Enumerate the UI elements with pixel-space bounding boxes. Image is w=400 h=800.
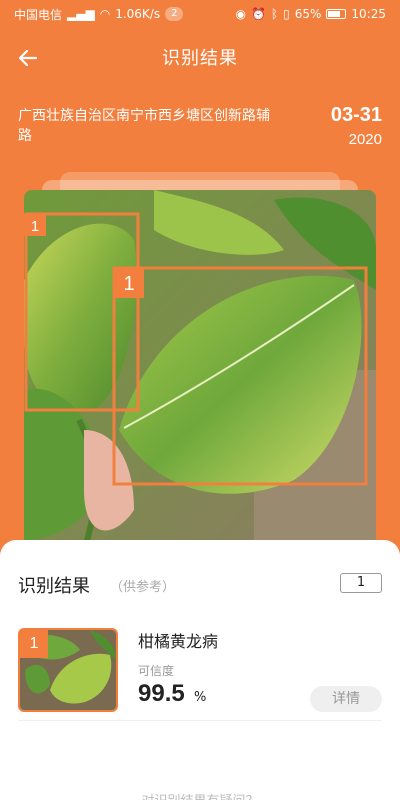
vibrate-icon: ▯ (283, 7, 290, 21)
date-month-day: 03-31 (330, 104, 382, 126)
detection-label-2: 1 (123, 273, 134, 295)
signal-icon: ▂▄▆ (67, 7, 95, 21)
battery-icon (326, 9, 347, 19)
result-index-badge: 1 (20, 630, 48, 658)
page-title: 识别结果 (162, 48, 238, 69)
confidence-label: 可信度 (138, 664, 175, 678)
carrier-label: 中国电信 (14, 7, 63, 22)
arrow-left-icon[interactable] (16, 44, 44, 72)
wifi-icon: ◠ (99, 7, 111, 21)
bluetooth-icon: ᛒ (270, 7, 279, 21)
results-title: 识别结果 (18, 576, 90, 597)
confidence-unit: % (194, 690, 207, 705)
alarm-icon: ⏰ (250, 7, 266, 21)
divider (18, 720, 382, 721)
detection-label-1: 1 (31, 218, 39, 235)
results-note: （供参考） (110, 580, 176, 595)
leaf-photo[interactable]: 1 1 (24, 190, 376, 550)
location-text: 广西壮族自治区南宁市西乡塘区创新路辅路 (18, 108, 270, 144)
clock: 10:25 (351, 7, 386, 21)
results-sheet: 识别结果 （供参考） 1 1 柑橘黄龙病 可信度 99.5 % 详情 对识别结果… (0, 540, 400, 800)
feedback-link[interactable]: 对识别结果有疑问？ (0, 790, 400, 800)
result-count: 1 (340, 573, 382, 593)
result-thumbnail[interactable]: 1 (18, 628, 118, 712)
date-year: 2020 (348, 131, 382, 148)
status-right: ◉ ⏰ ᛒ ▯ 65% 10:25 (235, 7, 386, 21)
status-left: 中国电信 ▂▄▆ ◠ 1.06K/s 2 (14, 6, 184, 23)
status-bar: 中国电信 ▂▄▆ ◠ 1.06K/s 2 ◉ ⏰ ᛒ ▯ 65% 10:25 (0, 0, 400, 28)
notification-badge: 2 (165, 7, 184, 21)
top-bar: 识别结果 (0, 34, 400, 80)
confidence-value: 99.5 (138, 680, 185, 707)
disease-name[interactable]: 柑橘黄龙病 (138, 628, 218, 652)
details-button[interactable]: 详情 (310, 686, 382, 712)
date-block: 03-31 2020 (331, 104, 382, 148)
eye-icon: ◉ (235, 7, 246, 21)
net-speed: 1.06K/s (115, 7, 161, 21)
battery-percent: 65% (294, 7, 322, 21)
